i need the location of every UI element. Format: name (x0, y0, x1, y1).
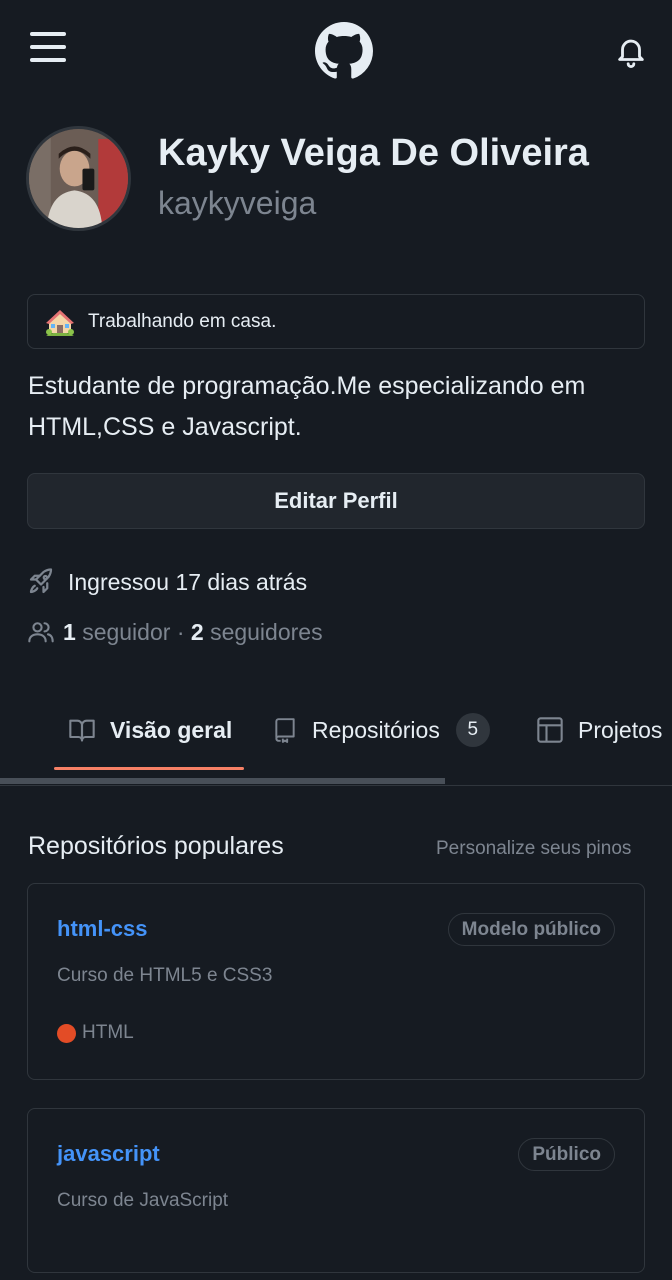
followers-count: 1 (63, 618, 76, 645)
followers-row[interactable]: 1 seguidor · 2 seguidores (27, 615, 323, 649)
repositories-counter: 5 (455, 713, 490, 747)
tab-repositories[interactable]: Repositórios 5 (272, 700, 490, 760)
visibility-badge: Modelo público (447, 913, 615, 946)
tabs-divider (0, 785, 672, 786)
repo-language: HTML (57, 1022, 134, 1044)
following-count: 2 (190, 618, 204, 645)
house-with-garden-icon (46, 309, 74, 336)
people-icon (28, 622, 54, 643)
tab-overview[interactable]: Visão geral (68, 700, 232, 760)
status-box[interactable]: Trabalhando em casa. (27, 294, 645, 349)
tab-projects[interactable]: Projetos (536, 700, 662, 760)
github-logo-icon[interactable] (315, 22, 373, 80)
repo-language-label: HTML (82, 1022, 134, 1043)
repo-name[interactable]: javascript (57, 1141, 160, 1167)
profile-tabs: Visão geral Repositórios 5 Projetos (0, 700, 672, 760)
avatar-photo (29, 129, 128, 228)
repo-card[interactable]: html-css Modelo público Curso de HTML5 e… (27, 883, 645, 1080)
selected-tab-indicator (54, 767, 244, 770)
popular-repos-title: Repositórios populares (28, 832, 284, 860)
profile-full-name: Kayky Veiga De Oliveira (158, 132, 589, 174)
book-icon (69, 719, 95, 742)
repo-description: Curso de HTML5 e CSS3 (57, 965, 273, 986)
rocket-icon (29, 568, 53, 594)
menu-button[interactable] (28, 30, 68, 64)
joined-text: Ingressou 17 dias atrás (68, 568, 308, 595)
followers-separator: · (176, 618, 185, 645)
tab-projects-label: Projetos (578, 716, 663, 743)
tab-overview-label: Visão geral (110, 716, 233, 743)
avatar[interactable] (26, 126, 131, 231)
repo-card[interactable]: javascript Público Curso de JavaScript (27, 1108, 645, 1273)
repo-name[interactable]: html-css (57, 916, 147, 942)
profile-username: kaykyveiga (158, 185, 317, 221)
repo-icon (275, 718, 295, 743)
bell-icon[interactable] (614, 33, 648, 69)
status-text: Trabalhando em casa. (88, 310, 277, 332)
table-icon (537, 717, 563, 743)
repo-description: Curso de JavaScript (57, 1190, 229, 1211)
customize-pins-link[interactable]: Personalize seus pinos (436, 838, 631, 860)
tab-repositories-label: Repositórios (312, 716, 440, 743)
tabs-scrollbar[interactable] (0, 778, 445, 784)
joined-row: Ingressou 17 dias atrás (26, 565, 307, 599)
language-color-dot (57, 1023, 76, 1043)
edit-profile-button[interactable]: Editar Perfil (27, 473, 645, 529)
profile-bio: Estudante de programação.Me especializan… (28, 372, 586, 441)
visibility-badge: Público (518, 1138, 615, 1171)
following-label: seguidores (210, 618, 323, 645)
followers-label: seguidor (82, 618, 171, 645)
